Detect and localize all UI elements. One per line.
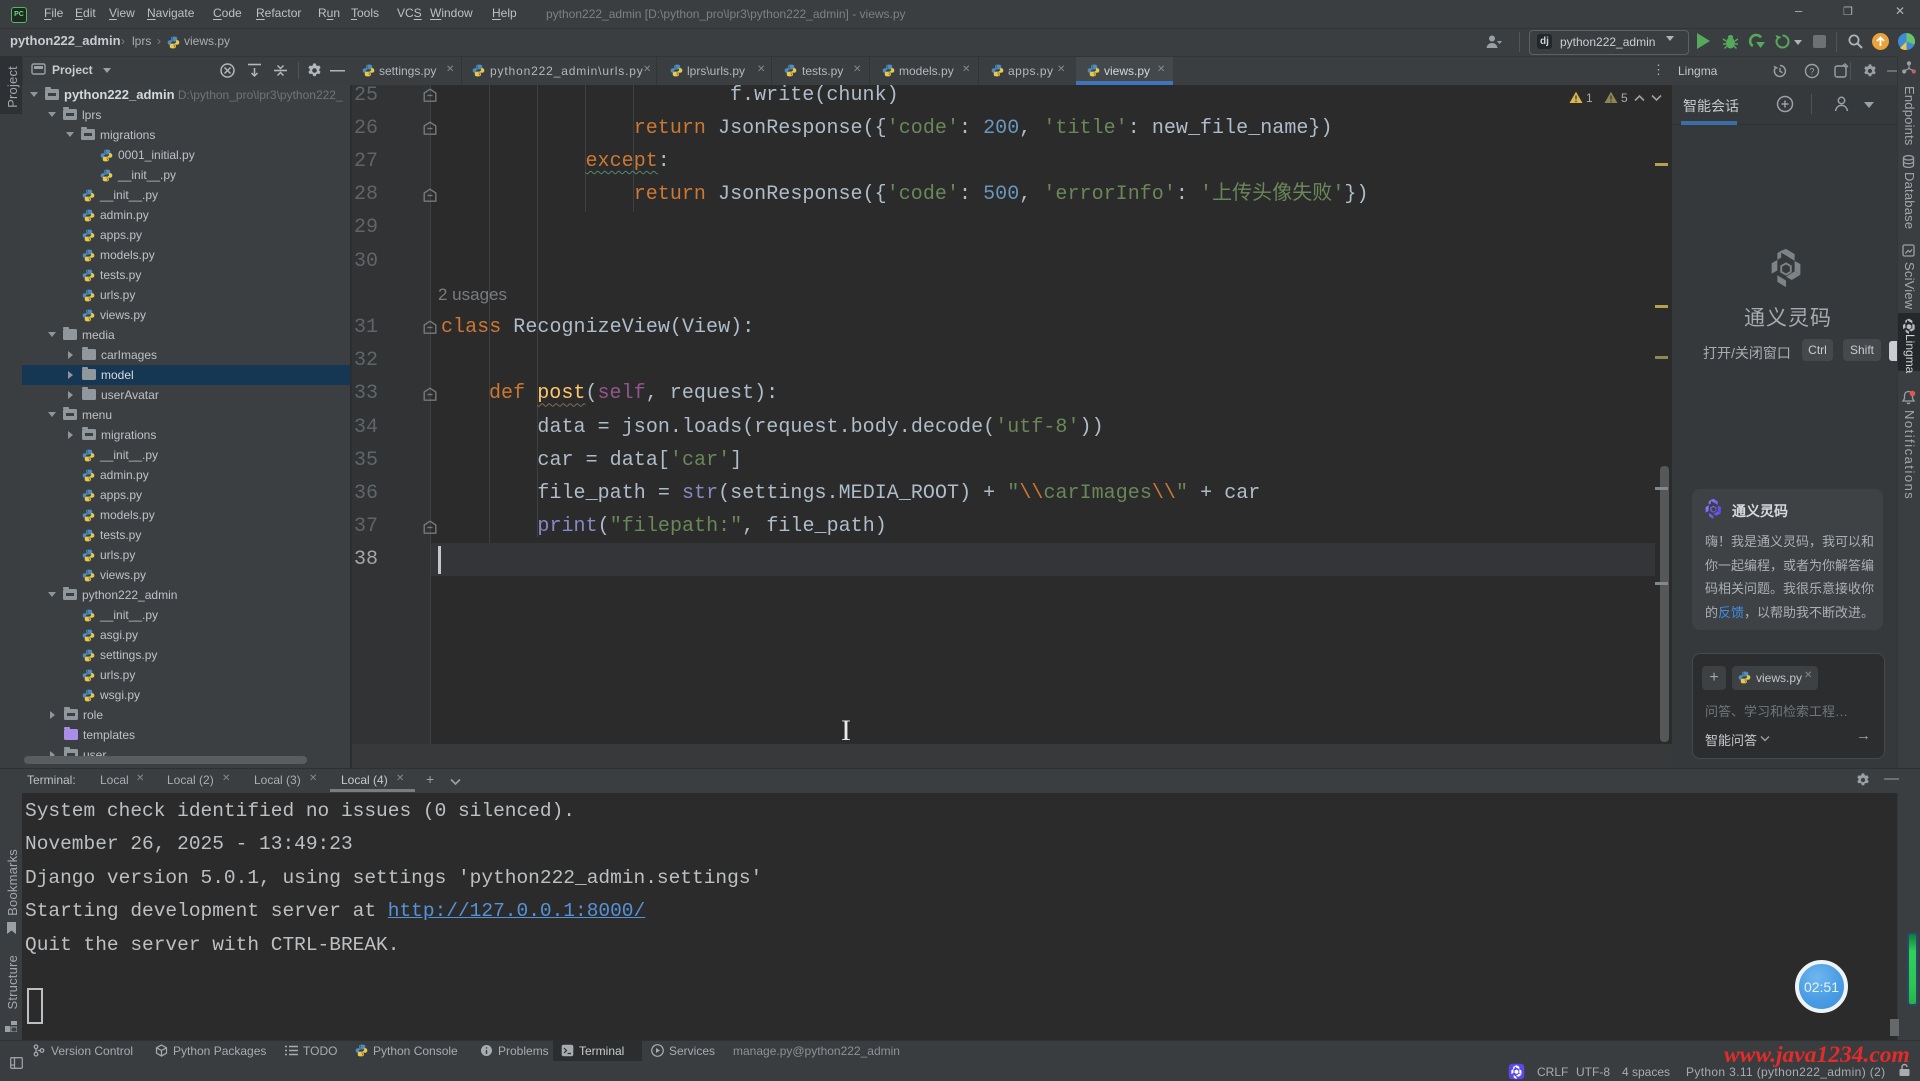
svg-text:?: ? <box>1809 67 1814 77</box>
